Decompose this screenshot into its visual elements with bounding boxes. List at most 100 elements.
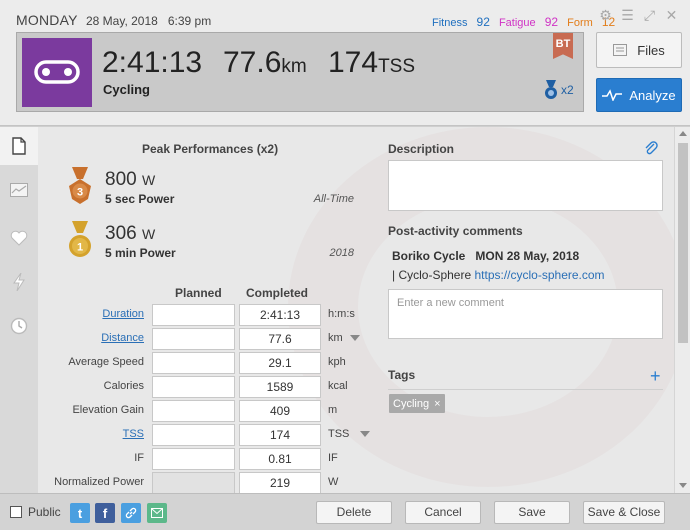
if-label: IF [134, 452, 144, 464]
files-button[interactable]: Files [596, 32, 682, 68]
comment-link[interactable]: https://cyclo-sphere.com [475, 268, 605, 282]
planned-speed-field[interactable] [152, 352, 235, 374]
planned-normalized-power-field [152, 472, 235, 493]
calories-label: Calories [103, 380, 144, 392]
tab-graphs[interactable] [0, 171, 38, 209]
menu-icon[interactable]: ☰ [620, 8, 635, 23]
description-input[interactable] [388, 160, 663, 211]
completed-if-field[interactable]: 0.81 [239, 448, 321, 470]
tags-title: Tags [388, 368, 416, 382]
svg-text:1: 1 [77, 242, 83, 254]
public-toggle[interactable]: Public [10, 505, 61, 519]
tab-power[interactable] [0, 263, 38, 301]
calories-unit: kcal [328, 380, 348, 392]
planned-duration-field[interactable] [152, 304, 235, 326]
new-comment-input[interactable] [389, 290, 662, 316]
comment-text: | Cyclo-Sphere https://cyclo-sphere.com [392, 268, 605, 282]
distance-label[interactable]: Distance [101, 332, 144, 344]
activity-header: MONDAY 28 May, 2018 6:39 pm Fitness 92 F… [0, 0, 690, 126]
distance-summary: 77.6km [223, 46, 307, 79]
medal-count-label: x2 [561, 83, 574, 97]
save-button[interactable]: Save [494, 501, 570, 524]
twitter-icon[interactable]: t [70, 503, 90, 523]
public-checkbox[interactable] [10, 506, 22, 518]
scroll-thumb[interactable] [678, 143, 688, 343]
activity-datetime: 28 May, 2018 6:39 pm [86, 14, 211, 28]
distance-unit-dropdown[interactable] [350, 335, 360, 341]
stat-row-distance: Distance 77.6 km [38, 328, 378, 350]
facebook-icon[interactable]: f [95, 503, 115, 523]
completed-calories-field[interactable]: 1589 [239, 376, 321, 398]
comment-header: Boriko Cycle MON 28 May, 2018 [392, 249, 579, 263]
comment-prefix: | Cyclo-Sphere [392, 268, 472, 282]
completed-header: Completed [246, 286, 309, 300]
tab-history[interactable] [0, 307, 38, 345]
delete-button[interactable]: Delete [316, 501, 392, 524]
planned-elevation-field[interactable] [152, 400, 235, 422]
cancel-button[interactable]: Cancel [405, 501, 481, 524]
files-icon [613, 44, 628, 56]
bronze-medal-icon: 3 [69, 167, 91, 204]
close-icon[interactable]: ✕ [664, 8, 679, 23]
planned-tss-field[interactable] [152, 424, 235, 446]
fitness-metrics: Fitness 92 Fatigue 92 Form 12 [432, 15, 621, 29]
completed-tss-field[interactable]: 174 [239, 424, 321, 446]
scroll-up-arrow[interactable] [679, 131, 687, 136]
tss-unit-dropdown[interactable] [360, 431, 370, 437]
link-icon[interactable] [121, 503, 141, 523]
side-tab-rail [0, 127, 38, 493]
stat-row-tss: TSS 174 TSS [38, 424, 378, 446]
completed-distance-field[interactable]: 77.6 [239, 328, 321, 350]
save-close-button[interactable]: Save & Close [583, 501, 665, 524]
planned-if-field[interactable] [152, 448, 235, 470]
normalized-power-label: Normalized Power [54, 476, 144, 488]
gear-icon[interactable]: ⚙ [598, 8, 613, 23]
completed-normalized-power-field[interactable]: 219 [239, 472, 321, 493]
comments-title: Post-activity comments [388, 224, 523, 238]
sport-tile [22, 38, 92, 107]
tags-divider [388, 389, 663, 390]
vertical-scrollbar[interactable] [674, 127, 690, 493]
fitness-metric: Fitness 92 [432, 15, 490, 29]
planned-distance-field[interactable] [152, 328, 235, 350]
bt-badge[interactable]: BT [553, 33, 573, 59]
activity-summary: 2:41:13 77.6km 174TSS Cycling BT x2 [16, 32, 584, 112]
expand-icon[interactable]: ⤢ [642, 8, 657, 23]
elevation-unit: m [328, 404, 338, 416]
tab-health[interactable] [0, 219, 38, 257]
window-controls: ⚙ ☰ ⤢ ✕ [598, 8, 679, 23]
stat-row-elevation: Elevation Gain 409 m [38, 400, 378, 422]
public-label: Public [28, 505, 61, 519]
tab-summary[interactable] [0, 127, 38, 165]
chain-link-icon [34, 60, 80, 84]
completed-speed-field[interactable]: 29.1 [239, 352, 321, 374]
remove-tag-icon[interactable]: × [434, 398, 440, 410]
peak-performance-item[interactable]: 1 306 W 5 min Power 2018 [66, 221, 356, 269]
distance-unit: km [328, 332, 343, 344]
pulse-icon [602, 89, 623, 101]
medal-count[interactable]: x2 [543, 80, 574, 100]
stat-row-normalized-power: Normalized Power 219 W [38, 472, 378, 493]
tss-label[interactable]: TSS [123, 428, 144, 440]
add-tag-icon[interactable]: + [650, 367, 661, 385]
email-icon[interactable] [147, 503, 167, 523]
tag-label: Cycling [393, 397, 430, 410]
activity-details: Peak Performances (x2) 3 800 W 5 sec Pow… [38, 127, 674, 493]
description-title: Description [388, 142, 455, 156]
stat-row-if: IF 0.81 IF [38, 448, 378, 470]
peak-value: 306 W [105, 223, 156, 244]
duration-label[interactable]: Duration [102, 308, 144, 320]
scroll-down-arrow[interactable] [679, 483, 687, 488]
completed-duration-field[interactable]: 2:41:13 [239, 304, 321, 326]
paperclip-icon[interactable] [644, 140, 658, 156]
tss-summary: 174TSS [328, 46, 416, 79]
heart-icon [10, 230, 28, 246]
analyze-button[interactable]: Analyze [596, 78, 682, 112]
stat-row-calories: Calories 1589 kcal [38, 376, 378, 398]
peak-performances-title: Peak Performances (x2) [142, 142, 279, 156]
peak-performance-item[interactable]: 3 800 W 5 sec Power All-Time [66, 167, 356, 215]
completed-elevation-field[interactable]: 409 [239, 400, 321, 422]
new-comment-field[interactable] [388, 289, 663, 339]
tag-chip[interactable]: Cycling × [389, 394, 445, 413]
planned-calories-field[interactable] [152, 376, 235, 398]
